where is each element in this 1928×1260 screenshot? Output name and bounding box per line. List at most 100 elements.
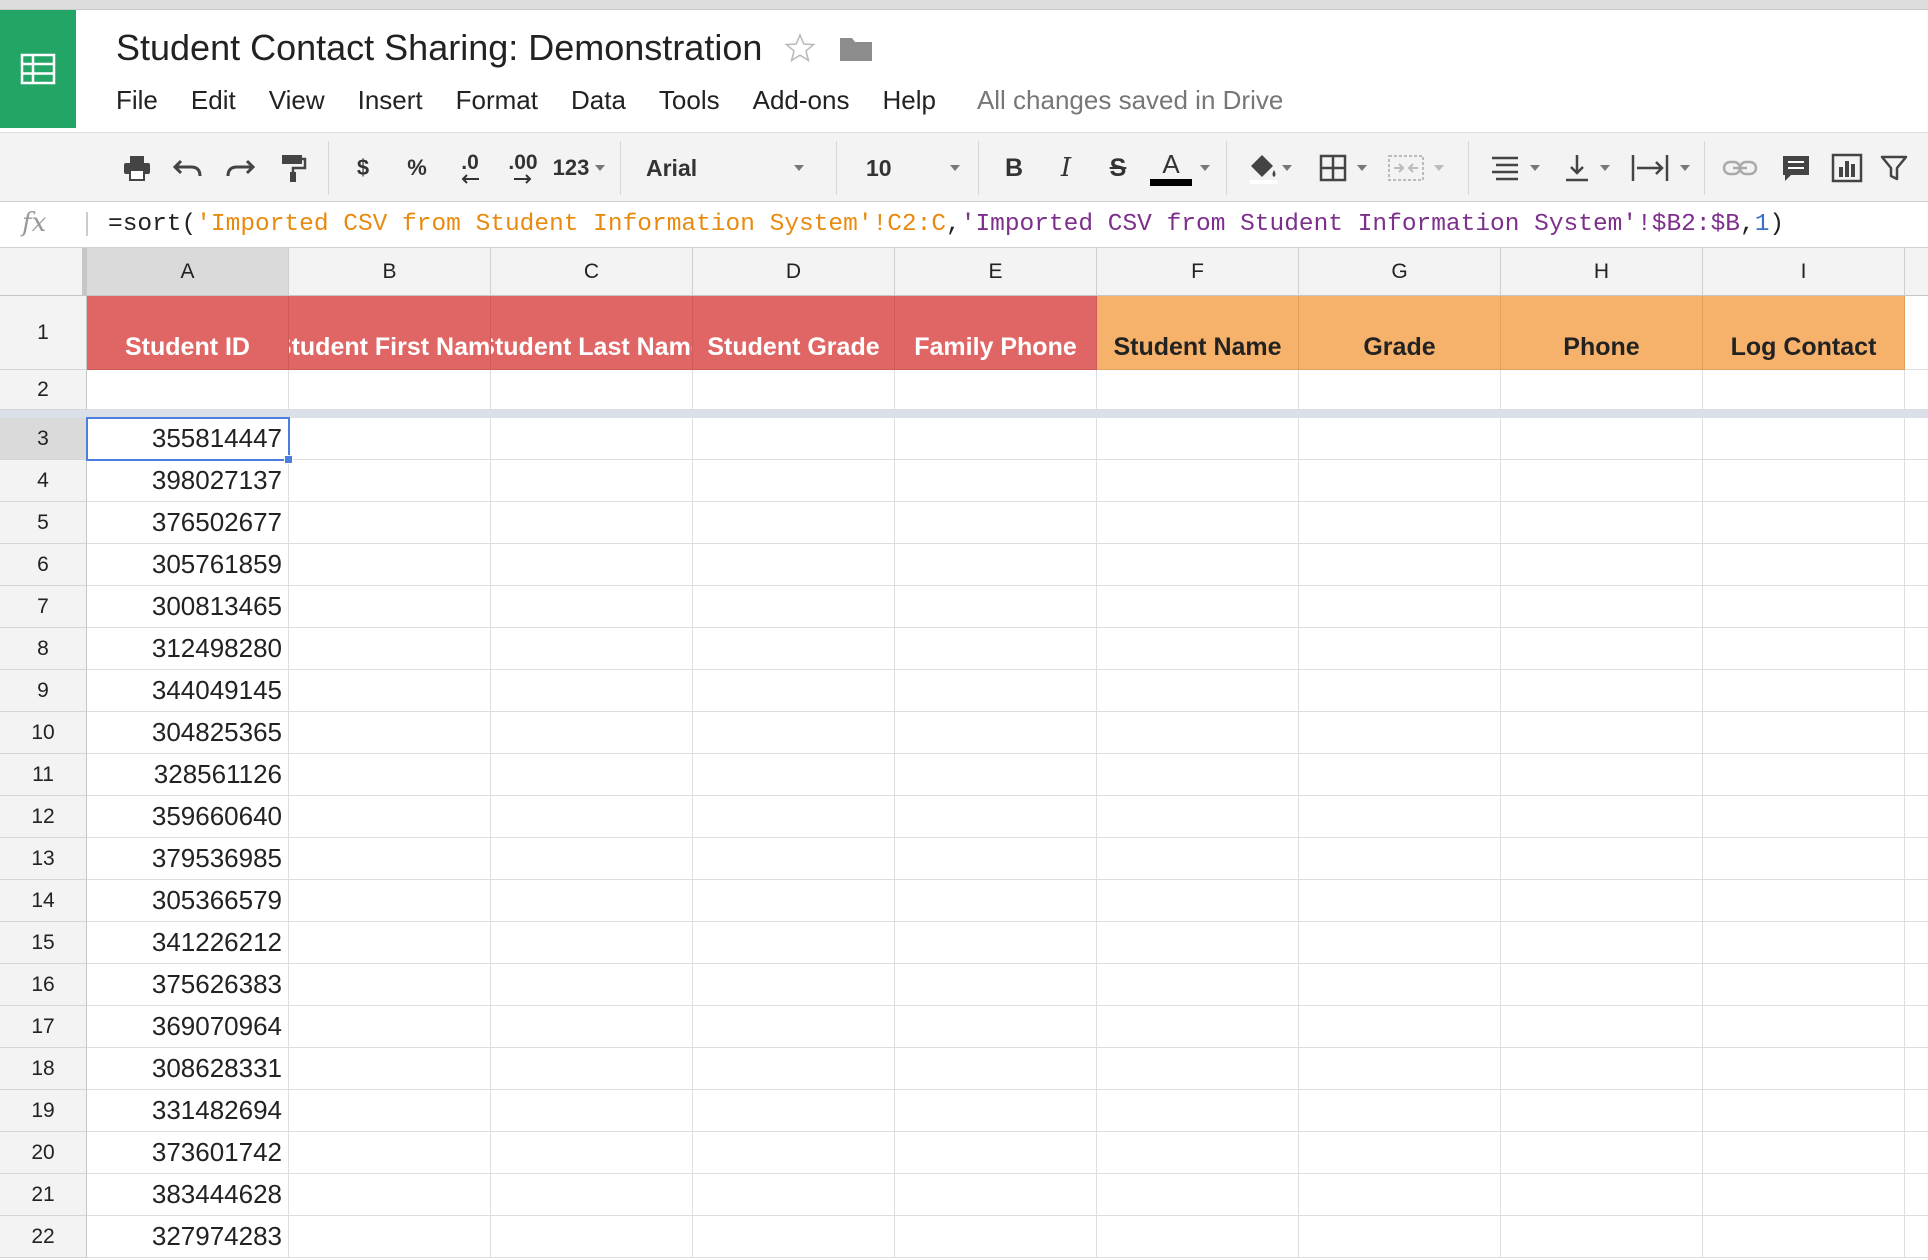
cell-a17[interactable]: 369070964 (87, 1006, 289, 1048)
cell-h22[interactable] (1501, 1216, 1703, 1258)
cell-c10[interactable] (491, 712, 693, 754)
cell-i17[interactable] (1703, 1006, 1905, 1048)
cell-h5[interactable] (1501, 502, 1703, 544)
header-cell-f[interactable]: Student Name (1097, 296, 1299, 370)
cell-e2[interactable] (895, 370, 1097, 410)
cell-i15[interactable] (1703, 922, 1905, 964)
cell-f5[interactable] (1097, 502, 1299, 544)
cell-f4[interactable] (1097, 460, 1299, 502)
cell-a6[interactable]: 305761859 (87, 544, 289, 586)
cell-f21[interactable] (1097, 1174, 1299, 1216)
row-header-2[interactable]: 2 (0, 370, 87, 410)
cell-b2[interactable] (289, 370, 491, 410)
cell-f11[interactable] (1097, 754, 1299, 796)
cell-partial5[interactable] (1905, 502, 1928, 544)
row-header-9[interactable]: 9 (0, 670, 87, 712)
cell-h4[interactable] (1501, 460, 1703, 502)
cell-b12[interactable] (289, 796, 491, 838)
cell-c19[interactable] (491, 1090, 693, 1132)
cell-i6[interactable] (1703, 544, 1905, 586)
cell-f7[interactable] (1097, 586, 1299, 628)
spreadsheet-grid[interactable]: ABCDEFGHI1Student IDStudent First NameSt… (0, 248, 1928, 1260)
cell-i13[interactable] (1703, 838, 1905, 880)
cell-c11[interactable] (491, 754, 693, 796)
cell-g2[interactable] (1299, 370, 1501, 410)
cell-i21[interactable] (1703, 1174, 1905, 1216)
cell-a5[interactable]: 376502677 (87, 502, 289, 544)
cell-a15[interactable]: 341226212 (87, 922, 289, 964)
cell-b7[interactable] (289, 586, 491, 628)
cell-b15[interactable] (289, 922, 491, 964)
cell-g22[interactable] (1299, 1216, 1501, 1258)
cell-f19[interactable] (1097, 1090, 1299, 1132)
column-header-a[interactable]: A (87, 248, 289, 296)
undo-icon[interactable] (168, 133, 208, 203)
cell-f6[interactable] (1097, 544, 1299, 586)
cell-d21[interactable] (693, 1174, 895, 1216)
font-family-dropdown[interactable]: Arial (636, 133, 814, 203)
cell-partial14[interactable] (1905, 880, 1928, 922)
cell-a16[interactable]: 375626383 (87, 964, 289, 1006)
cell-g16[interactable] (1299, 964, 1501, 1006)
cell-d5[interactable] (693, 502, 895, 544)
cell-b20[interactable] (289, 1132, 491, 1174)
menu-tools[interactable]: Tools (659, 85, 720, 116)
cell-partial21[interactable] (1905, 1174, 1928, 1216)
cell-partial20[interactable] (1905, 1132, 1928, 1174)
cell-d6[interactable] (693, 544, 895, 586)
cell-i19[interactable] (1703, 1090, 1905, 1132)
cell-i9[interactable] (1703, 670, 1905, 712)
cell-c3[interactable] (491, 418, 693, 460)
column-header-b[interactable]: B (289, 248, 491, 296)
cell-d12[interactable] (693, 796, 895, 838)
cell-d17[interactable] (693, 1006, 895, 1048)
column-header-h[interactable]: H (1501, 248, 1703, 296)
cell-e10[interactable] (895, 712, 1097, 754)
cell-d10[interactable] (693, 712, 895, 754)
cell-c5[interactable] (491, 502, 693, 544)
cell-f9[interactable] (1097, 670, 1299, 712)
cell-g19[interactable] (1299, 1090, 1501, 1132)
bold-button[interactable]: B (996, 133, 1032, 203)
cell-e19[interactable] (895, 1090, 1097, 1132)
cell-f22[interactable] (1097, 1216, 1299, 1258)
menu-view[interactable]: View (269, 85, 325, 116)
cell-partial15[interactable] (1905, 922, 1928, 964)
cell-partial2[interactable] (1905, 370, 1928, 410)
cell-partial7[interactable] (1905, 586, 1928, 628)
cell-f2[interactable] (1097, 370, 1299, 410)
cell-g5[interactable] (1299, 502, 1501, 544)
cell-e17[interactable] (895, 1006, 1097, 1048)
cell-e6[interactable] (895, 544, 1097, 586)
cell-f14[interactable] (1097, 880, 1299, 922)
cell-a14[interactable]: 305366579 (87, 880, 289, 922)
cell-d18[interactable] (693, 1048, 895, 1090)
cell-a2[interactable] (87, 370, 289, 410)
cell-a10[interactable]: 304825365 (87, 712, 289, 754)
frozen-rows-divider[interactable] (0, 410, 1928, 418)
cell-b8[interactable] (289, 628, 491, 670)
increase-decimal-button[interactable]: .00 (500, 133, 546, 203)
cell-e15[interactable] (895, 922, 1097, 964)
cell-g12[interactable] (1299, 796, 1501, 838)
cell-i18[interactable] (1703, 1048, 1905, 1090)
menu-edit[interactable]: Edit (191, 85, 236, 116)
header-cell-i[interactable]: Log Contact (1703, 296, 1905, 370)
cell-e20[interactable] (895, 1132, 1097, 1174)
strikethrough-button[interactable]: S (1100, 133, 1136, 203)
cell-partial1[interactable] (1905, 296, 1928, 370)
cell-h9[interactable] (1501, 670, 1703, 712)
font-size-dropdown[interactable]: 10 (856, 133, 966, 203)
paint-format-icon[interactable] (274, 133, 312, 203)
row-header-4[interactable]: 4 (0, 460, 87, 502)
cell-a21[interactable]: 383444628 (87, 1174, 289, 1216)
cell-partial16[interactable] (1905, 964, 1928, 1006)
cell-c14[interactable] (491, 880, 693, 922)
cell-a3[interactable]: 355814447 (87, 418, 289, 460)
cell-partial19[interactable] (1905, 1090, 1928, 1132)
column-header-e[interactable]: E (895, 248, 1097, 296)
cell-d16[interactable] (693, 964, 895, 1006)
cell-c15[interactable] (491, 922, 693, 964)
cell-b3[interactable] (289, 418, 491, 460)
menu-help[interactable]: Help (882, 85, 935, 116)
